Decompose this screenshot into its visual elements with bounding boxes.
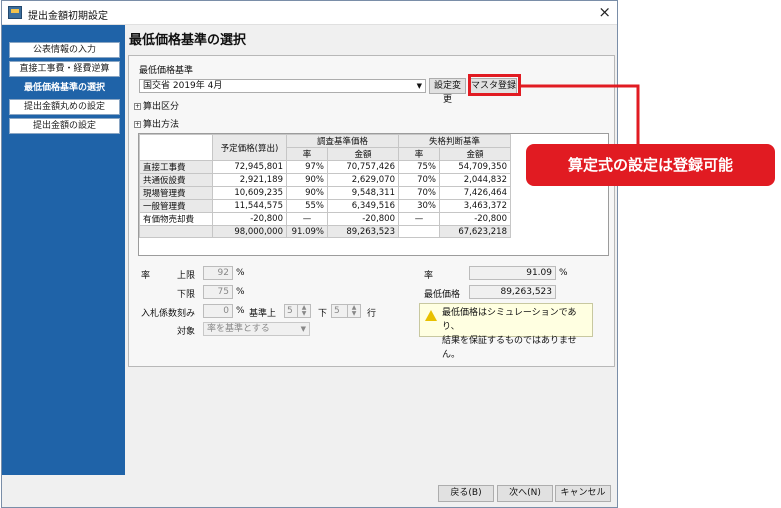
callout-connector: [521, 84, 640, 146]
callout-line: [521, 84, 640, 146]
callout-label: 算定式の設定は登録可能: [526, 144, 775, 186]
